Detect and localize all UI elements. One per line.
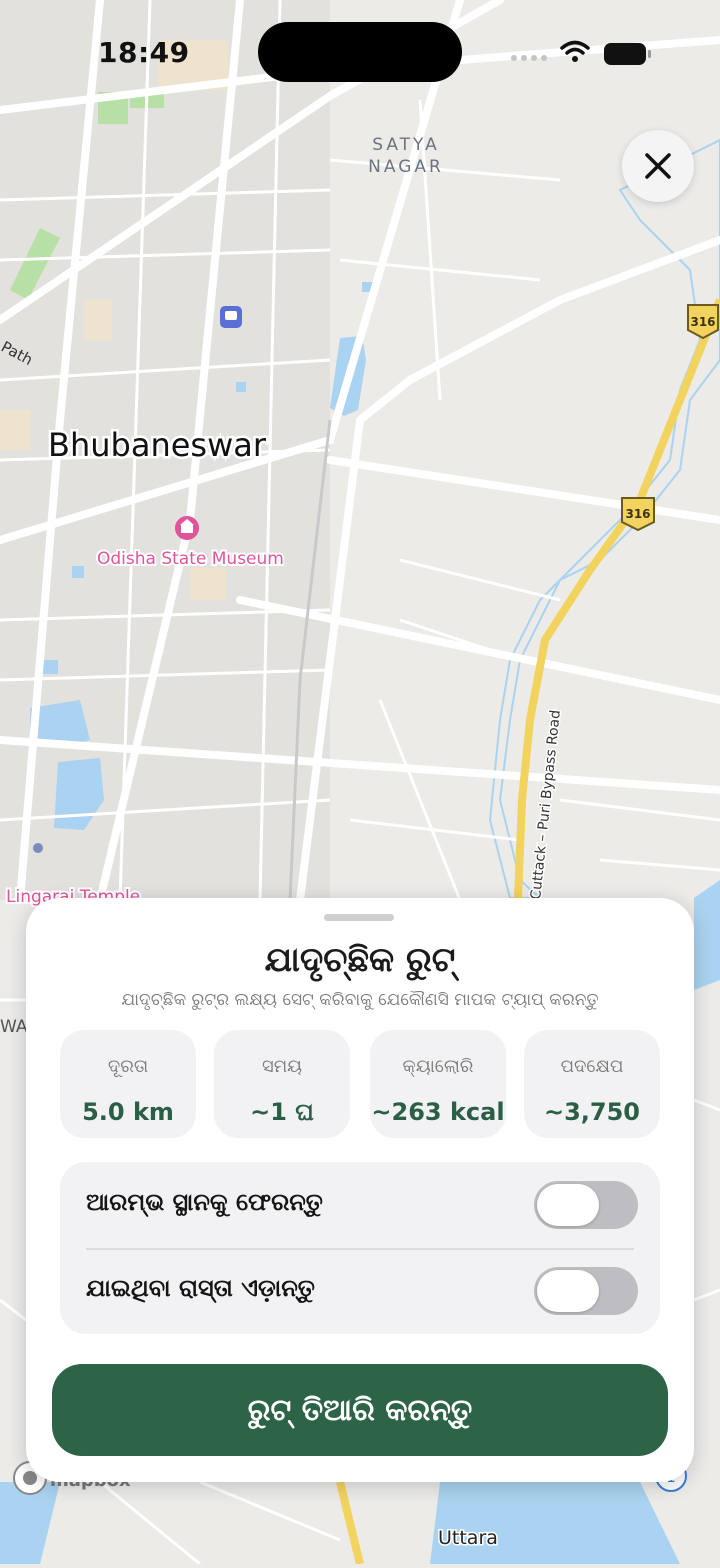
map-label-satya-1: SATYA [372,135,440,155]
stat-time[interactable]: ସମୟ ~1 ଘ [214,1030,350,1138]
option-return-to-start: ଆରମ୍ଭ ସ୍ଥାନକୁ ଫେରନ୍ତୁ [60,1162,660,1248]
highway-number-1: 316 [690,315,715,329]
map-label-uttara: Uttara [438,1527,498,1549]
status-bar: 18:49 [0,0,720,100]
route-options: ଆରମ୍ଭ ସ୍ଥାନକୁ ଫେରନ୍ତୁ ଯାଇଥିବା ରାସ୍ତା ଏଡ଼… [60,1162,660,1334]
option-return-label: ଆରମ୍ଭ ସ୍ଥାନକୁ ଫେରନ୍ତୁ [86,1188,323,1216]
battery-icon [604,43,651,65]
stat-calories-label: କ୍ୟାଲୋରି [402,1056,474,1077]
random-route-sheet: ଯାଦୃଚ୍ଛିକ ରୁଟ୍ ଯାଦୃଚ୍ଛିକ ରୁଟ୍‌ର ଲକ୍ଷ୍ୟ ସ… [26,898,694,1482]
sheet-subtitle: ଯାଦୃଚ୍ଛିକ ରୁଟ୍‌ର ଲକ୍ଷ୍ୟ ସେଟ୍ କରିବାକୁ ଯେକ… [121,990,599,1010]
stat-steps-label: ପଦକ୍ଷେପ [560,1056,624,1077]
avoid-visited-toggle[interactable] [534,1267,638,1315]
stat-time-value: ~1 ଘ [250,1098,314,1126]
dynamic-island [258,22,462,82]
toggle-knob [537,1184,599,1226]
status-icons [511,40,651,65]
cellular-signal-icon [511,55,547,61]
close-button[interactable] [622,130,694,202]
map-label-satya-2: NAGAR [368,157,444,177]
close-icon [645,153,671,179]
option-avoid-visited: ଯାଇଥିବା ରାସ୍ତା ଏଡ଼ାନ୍ତୁ [60,1248,660,1334]
stat-time-label: ସମୟ [261,1056,303,1077]
create-route-button[interactable]: ରୁଟ୍ ତିଆରି କରନ୍ତୁ [52,1364,668,1456]
stat-steps-value: ~3,750 [543,1098,641,1126]
status-time: 18:49 [98,36,190,69]
highway-number-2: 316 [625,507,650,521]
toggle-knob [537,1270,599,1312]
stat-calories[interactable]: କ୍ୟାଲୋରି ~263 kcal [370,1030,506,1138]
return-to-start-toggle[interactable] [534,1181,638,1229]
wifi-icon [560,40,590,55]
map-label-edge: WA [0,1017,28,1037]
stats-row: ଦୂରତା 5.0 km ସମୟ ~1 ଘ କ୍ୟାଲୋରି ~263 kcal… [60,1030,660,1138]
sheet-drag-handle[interactable] [324,914,394,921]
stat-distance-label: ଦୂରତା [107,1056,149,1077]
train-station-icon [220,306,242,328]
map-label-city: Bhubaneswar [48,426,267,464]
stat-calories-value: ~263 kcal [371,1098,505,1126]
stat-distance-value: 5.0 km [82,1098,174,1126]
stat-steps[interactable]: ପଦକ୍ଷେପ ~3,750 [524,1030,660,1138]
stat-distance[interactable]: ଦୂରତା 5.0 km [60,1030,196,1138]
sheet-title: ଯାଦୃଚ୍ଛିକ ରୁଟ୍ [264,940,456,980]
option-avoid-label: ଯାଇଥିବା ରାସ୍ତା ଏଡ଼ାନ୍ତୁ [86,1274,315,1302]
map-label-museum: Odisha State Museum [97,549,284,569]
museum-poi-icon [175,516,199,540]
